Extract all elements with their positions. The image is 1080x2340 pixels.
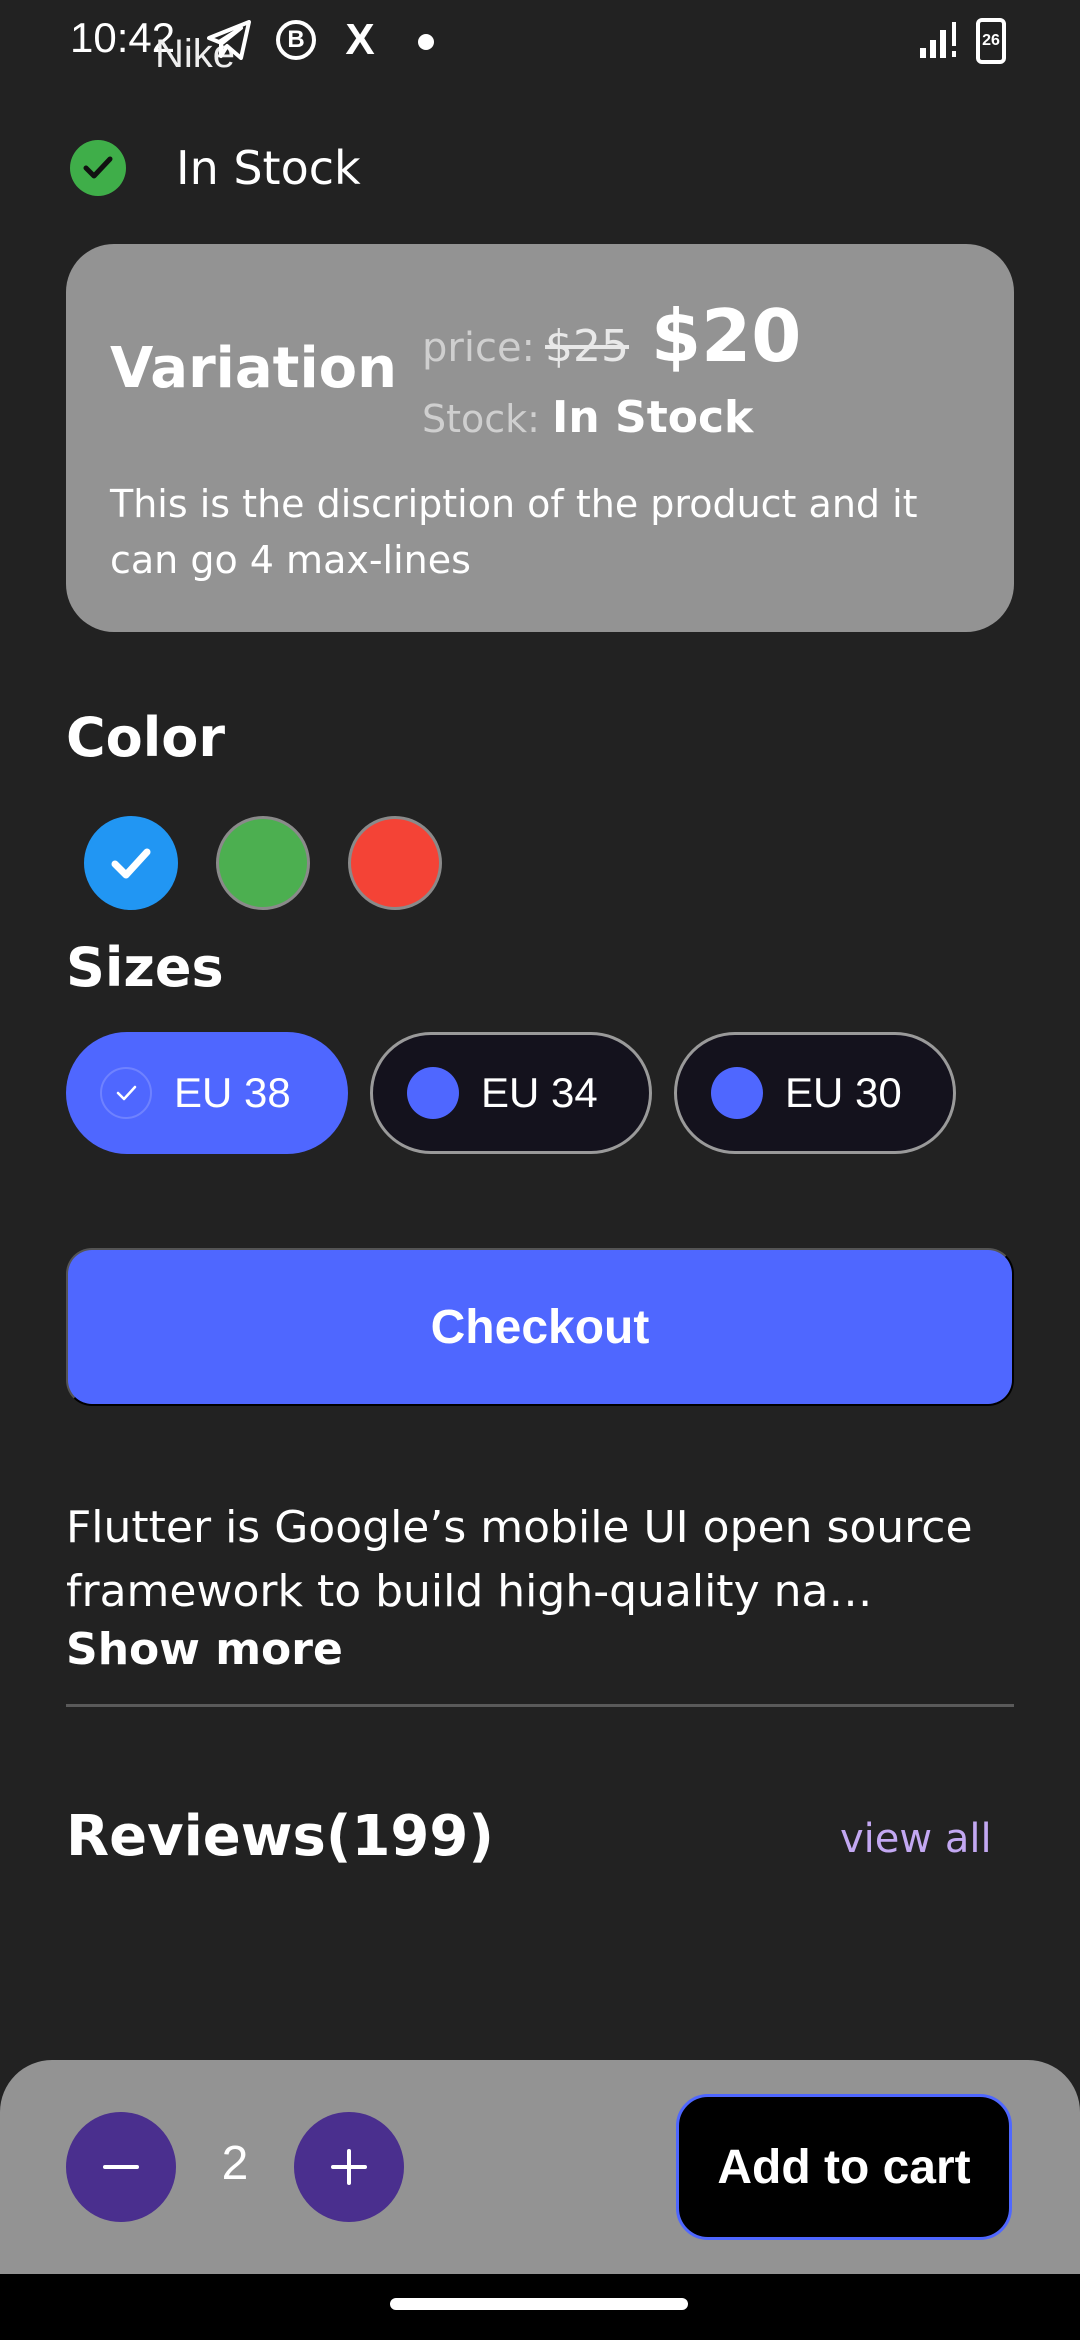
minus-icon xyxy=(103,2165,139,2169)
check-circle-icon xyxy=(70,140,126,196)
variation-stock-value: In Stock xyxy=(551,392,754,443)
telegram-icon xyxy=(205,18,253,62)
notification-dot-icon xyxy=(418,34,434,50)
size-chip-eu-34[interactable]: EU 34 xyxy=(370,1032,652,1154)
color-swatch-green[interactable] xyxy=(216,816,310,910)
product-detail-screen: 10:42 Nike B X 26 In Stock Variation pri… xyxy=(0,0,1080,2340)
size-chip-eu-38[interactable]: EU 38 xyxy=(66,1032,348,1154)
quantity-value: 2 xyxy=(221,2137,249,2190)
size-chip-label: EU 30 xyxy=(785,1069,902,1116)
size-chip-label: EU 34 xyxy=(481,1069,598,1116)
old-price: $25 xyxy=(545,321,630,372)
view-all-reviews-link[interactable]: view all xyxy=(840,1816,992,1862)
signal-icon xyxy=(918,18,962,62)
price-line: price: $25 $20 xyxy=(422,294,801,378)
radio-dot-icon xyxy=(407,1067,459,1119)
color-swatch-red[interactable] xyxy=(348,816,442,910)
color-swatch-blue[interactable] xyxy=(84,816,178,910)
checkout-button[interactable]: Checkout xyxy=(66,1248,1014,1406)
size-chip-label: EU 38 xyxy=(174,1069,291,1116)
radio-dot-icon xyxy=(711,1067,763,1119)
check-icon xyxy=(111,848,151,879)
plus-icon xyxy=(331,2149,367,2185)
stock-status-label: In Stock xyxy=(176,141,361,195)
increase-quantity-button[interactable] xyxy=(294,2112,404,2222)
add-to-cart-button[interactable]: Add to cart xyxy=(676,2094,1012,2240)
sizes-section-title: Sizes xyxy=(66,936,224,999)
show-more-link[interactable]: Show more xyxy=(66,1624,343,1675)
check-icon xyxy=(100,1067,152,1119)
stock-status-row: In Stock xyxy=(70,140,361,196)
home-indicator[interactable] xyxy=(390,2298,688,2310)
variation-description: This is the discription of the product a… xyxy=(110,482,918,582)
product-description: Flutter is Google’s mobile UI open sourc… xyxy=(66,1502,973,1617)
color-section-title: Color xyxy=(66,706,225,769)
size-chip-eu-30[interactable]: EU 30 xyxy=(674,1032,956,1154)
variation-stock-label: Stock: xyxy=(422,397,540,441)
decrease-quantity-button[interactable] xyxy=(66,2112,176,2222)
b-app-icon: B xyxy=(276,20,316,60)
divider xyxy=(66,1704,1014,1707)
sale-price: $20 xyxy=(651,294,802,378)
variation-stock-line: Stock: In Stock xyxy=(422,392,753,443)
price-label: price: xyxy=(422,325,536,371)
status-bar: 10:42 Nike B X 26 xyxy=(0,0,1080,80)
variation-card: Variation price: $25 $20 Stock: In Stock… xyxy=(66,244,1014,632)
variation-title: Variation xyxy=(110,336,397,401)
x-app-icon: X xyxy=(345,15,375,64)
reviews-title: Reviews(199) xyxy=(66,1804,494,1869)
battery-icon: 26 xyxy=(976,18,1006,64)
